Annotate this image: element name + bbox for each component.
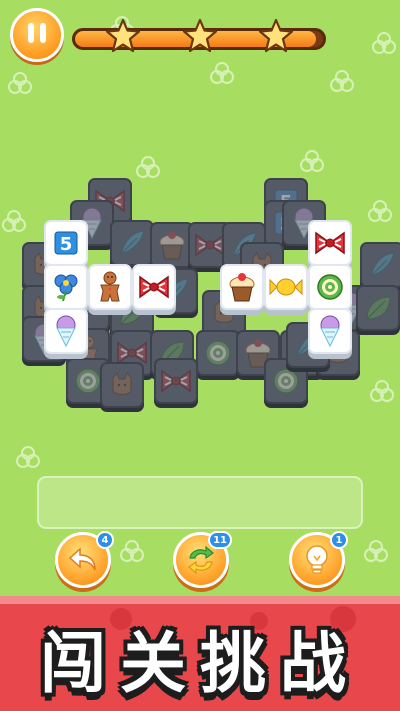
tile-tray [37,476,363,529]
clover-decoration [16,446,40,468]
tile-red-bow[interactable] [308,220,352,266]
clover-decoration [120,540,144,562]
red-bow-icon [310,222,350,264]
hint-count-badge: 1 [330,531,348,549]
gingerbread-man-icon [90,266,130,308]
clover-decoration [330,70,354,92]
undo-arrow-icon [68,547,96,571]
tile-green-leaf [356,285,400,331]
undo-count-badge: 4 [96,531,114,549]
star-icon [182,18,218,53]
tile-swiss-roll [196,330,240,376]
cupcake-icon [152,224,192,266]
tile-blue-feather [110,220,154,266]
shuffle-count-badge: 11 [208,531,232,549]
clover-decoration [136,156,160,178]
tile-wrapped-candy[interactable] [264,264,308,310]
tile-blue-flower[interactable] [44,264,88,310]
lightbulb-icon [306,545,328,574]
tile-shaved-ice-cone[interactable] [308,308,352,354]
blue-feather-icon [362,244,400,286]
clover-decoration [210,62,234,84]
pause-icon [25,23,49,47]
green-leaf-icon [358,287,398,329]
hint-button[interactable]: 1 [289,531,348,588]
star-icon [105,18,141,53]
tile-swiss-roll[interactable] [308,264,352,310]
swiss-roll-icon [198,332,238,374]
banner-title: 闯关挑战 [40,625,360,702]
svg-text:5: 5 [60,234,73,255]
blue-feather-icon [112,222,152,264]
wrapped-candy-icon [266,266,306,308]
banner-stripe [0,596,400,604]
cupcake-icon [222,266,262,308]
red-bow-icon [156,360,196,402]
clover-decoration [364,540,388,562]
star-icon [258,18,294,53]
number-5-block-icon: 5 [46,222,86,264]
tile-gingerbread-cat [100,362,144,408]
clover-decoration [372,32,396,54]
tile-gingerbread-man[interactable] [88,264,132,310]
shuffle-icon [188,545,214,575]
promo-banner: 闯关挑战 [0,596,400,711]
clover-decoration [368,200,392,222]
tile-blue-feather [360,242,400,288]
shuffle-button[interactable]: 11 [173,531,232,588]
gingerbread-cat-icon [102,364,142,406]
pause-button[interactable] [10,8,64,62]
red-bow-icon [134,266,174,308]
tile-red-bow[interactable] [132,264,176,310]
shaved-ice-cone-icon [46,310,86,352]
shaved-ice-cone-icon [310,310,350,352]
tile-red-bow [154,358,198,404]
swiss-roll-icon [310,266,350,308]
clover-decoration [370,380,394,402]
undo-button[interactable]: 4 [55,531,114,588]
blue-flower-icon [46,266,86,308]
clover-decoration [8,72,32,94]
tile-number-5-block[interactable]: 5 [44,220,88,266]
clover-decoration [300,150,324,172]
tile-shaved-ice-cone[interactable] [44,308,88,354]
tile-cupcake[interactable] [220,264,264,310]
clover-decoration [2,210,26,232]
